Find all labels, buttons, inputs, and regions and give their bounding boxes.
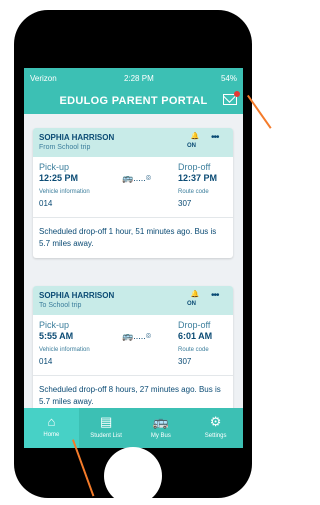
- app-screen: Verizon 2:28 PM 54% EDULOG PARENT PORTAL…: [24, 68, 243, 448]
- trip-card-header: SOPHIA HARRISON To School trip 🔔 ON •••: [33, 286, 233, 315]
- route-value: 307: [178, 357, 192, 366]
- student-name: SOPHIA HARRISON: [39, 291, 115, 300]
- trip-status-message: Scheduled drop-off 1 hour, 51 minutes ag…: [33, 217, 233, 258]
- bottom-tab-bar: ⌂ Home ▤ Student List 🚌 My Bus ⚙ Setting…: [24, 408, 243, 448]
- trip-card-header: SOPHIA HARRISON From School trip 🔔 ON ••…: [33, 128, 233, 157]
- tab-student-list[interactable]: ▤ Student List: [79, 408, 134, 448]
- trip-card[interactable]: SOPHIA HARRISON To School trip 🔔 ON ••• …: [33, 286, 233, 416]
- trip-type: From School trip: [39, 144, 91, 151]
- phone-notch: [76, 10, 190, 30]
- phone-frame: Verizon 2:28 PM 54% EDULOG PARENT PORTAL…: [14, 10, 252, 498]
- bus-route-icon: 🚌.....⌾: [122, 173, 152, 183]
- more-options-icon[interactable]: •••: [211, 290, 219, 301]
- vehicle-value: 014: [39, 357, 53, 366]
- clock-label: 2:28 PM: [123, 73, 154, 83]
- app-header: EDULOG PARENT PORTAL: [24, 88, 243, 114]
- vehicle-label: Vehicle information: [39, 347, 90, 353]
- route-value: 307: [178, 199, 192, 208]
- dropoff-label: Drop-off: [178, 162, 211, 172]
- pickup-label: Pick-up: [39, 162, 70, 172]
- trip-details: Pick-up 5:55 AM 🚌.....⌾ Drop-off 6:01 AM…: [33, 315, 233, 375]
- bus-icon: 🚌: [152, 414, 169, 429]
- home-icon: ⌂: [47, 414, 56, 429]
- list-icon: ▤: [99, 414, 113, 429]
- pickup-time: 12:25 PM: [39, 173, 79, 183]
- trip-type: To School trip: [39, 302, 82, 309]
- bell-icon[interactable]: 🔔: [190, 290, 200, 299]
- bell-status: ON: [187, 143, 196, 149]
- gear-icon: ⚙: [209, 414, 222, 429]
- vehicle-value: 014: [39, 199, 53, 208]
- route-label: Route code: [178, 189, 209, 195]
- app-title: EDULOG PARENT PORTAL: [59, 95, 208, 107]
- carrier-label: Verizon: [30, 73, 57, 83]
- bell-status: ON: [187, 301, 196, 307]
- route-label: Route code: [178, 347, 209, 353]
- tab-label: Home: [43, 432, 60, 438]
- dropoff-time: 6:01 AM: [178, 331, 213, 341]
- tab-label: Student List: [90, 433, 122, 439]
- student-name: SOPHIA HARRISON: [39, 133, 115, 142]
- dropoff-label: Drop-off: [178, 320, 211, 330]
- bus-route-icon: 🚌.....⌾: [122, 331, 152, 341]
- dropoff-time: 12:37 PM: [178, 173, 218, 183]
- phone-home-button[interactable]: [104, 447, 162, 505]
- battery-label: 54%: [220, 73, 237, 83]
- bell-icon[interactable]: 🔔: [190, 132, 200, 141]
- more-options-icon[interactable]: •••: [211, 132, 219, 143]
- status-bar: Verizon 2:28 PM 54%: [24, 68, 243, 88]
- notification-badge: [234, 91, 240, 97]
- tab-label: Settings: [204, 433, 227, 439]
- trip-card[interactable]: SOPHIA HARRISON From School trip 🔔 ON ••…: [33, 128, 233, 258]
- pickup-time: 5:55 AM: [39, 331, 74, 341]
- tab-label: My Bus: [150, 433, 171, 439]
- tab-settings[interactable]: ⚙ Settings: [188, 408, 243, 448]
- tab-home[interactable]: ⌂ Home: [24, 408, 79, 448]
- trip-details: Pick-up 12:25 PM 🚌.....⌾ Drop-off 12:37 …: [33, 157, 233, 217]
- pickup-label: Pick-up: [39, 320, 70, 330]
- tab-my-bus[interactable]: 🚌 My Bus: [134, 408, 189, 448]
- vehicle-label: Vehicle information: [39, 189, 90, 195]
